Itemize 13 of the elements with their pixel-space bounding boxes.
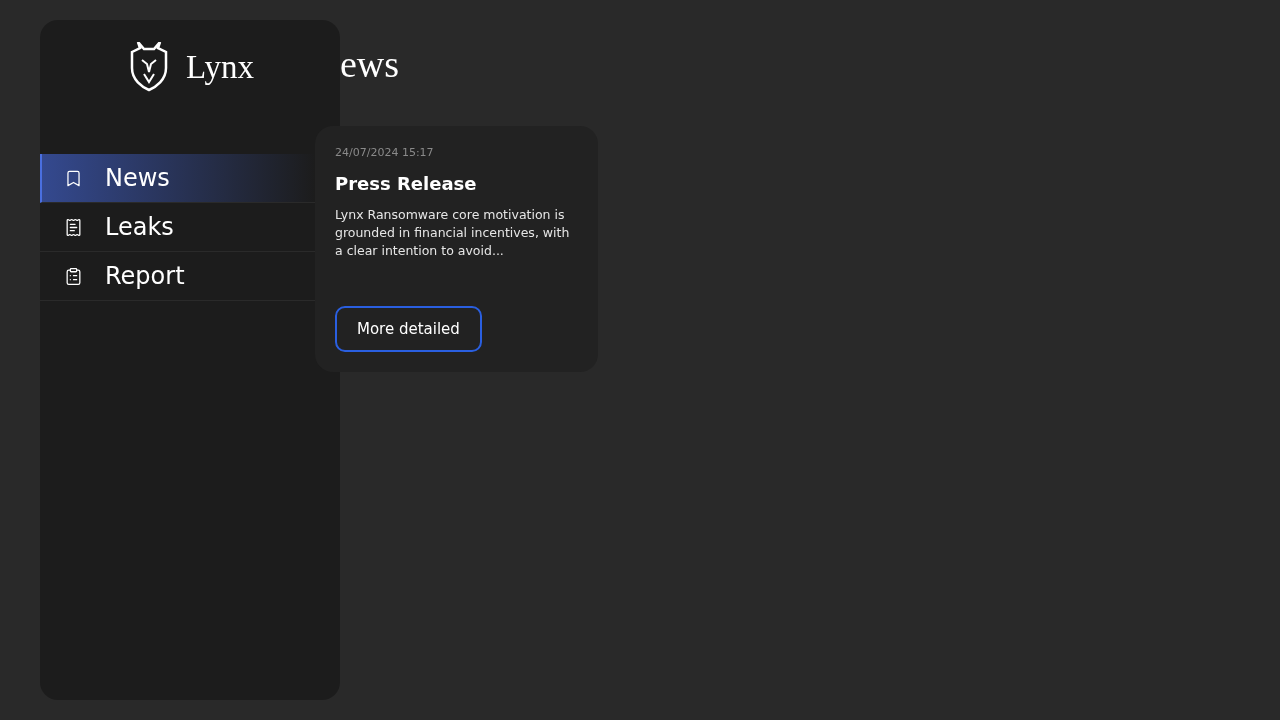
more-detailed-button[interactable]: More detailed [335,306,482,352]
nav-label: Report [105,262,185,290]
nav-label: News [105,164,170,192]
clipboard-icon [64,266,83,286]
news-title: Press Release [335,173,478,194]
bookmark-icon [64,168,83,188]
news-date: 24/07/2024 15:17 [335,146,435,159]
brand-name: Lynx [186,48,254,86]
receipt-icon [64,217,83,237]
nav-item[interactable]: News [40,154,315,203]
news-excerpt: Lynx Ransomware core motivation is grounded in financial incentives, with a clear intention to avoid... [335,206,571,260]
page-title: ews [340,42,400,86]
nav-label: Leaks [105,213,174,241]
